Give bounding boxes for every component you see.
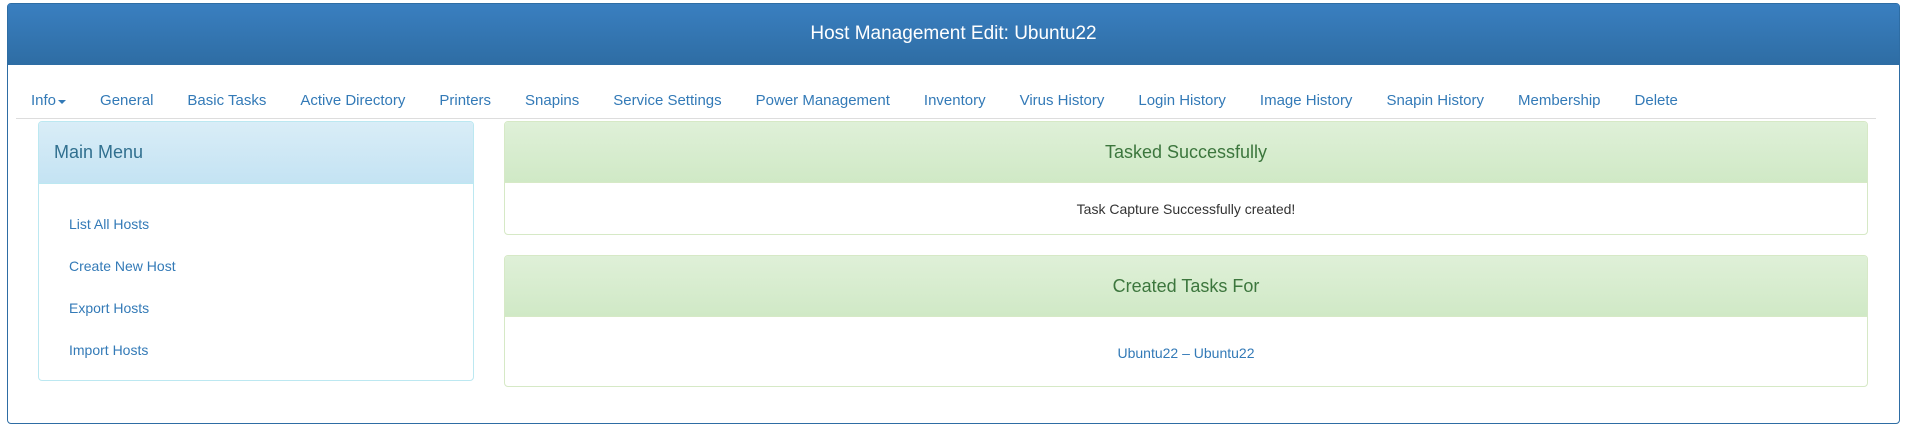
tab-general[interactable]: General — [83, 92, 170, 109]
tab-snapins[interactable]: Snapins — [508, 92, 596, 109]
tab-info[interactable]: Info — [16, 92, 83, 109]
tab-virus-history[interactable]: Virus History — [1003, 92, 1122, 109]
tab-power-management[interactable]: Power Management — [739, 92, 907, 109]
menu-item-import-hosts[interactable]: Import Hosts — [39, 329, 473, 371]
main-menu-list: List All Hosts Create New Host Export Ho… — [39, 184, 473, 371]
tasked-successfully-title: Tasked Successfully — [505, 122, 1867, 183]
tab-printers[interactable]: Printers — [422, 92, 508, 109]
menu-item-create-new-host[interactable]: Create New Host — [39, 245, 473, 287]
tasked-successfully-panel: Tasked Successfully Task Capture Success… — [504, 121, 1868, 235]
host-nav-tabs: Info General Basic Tasks Active Director… — [16, 83, 1876, 119]
task-created-message: Task Capture Successfully created! — [1076, 200, 1296, 217]
tab-snapin-history[interactable]: Snapin History — [1369, 92, 1501, 109]
host-link[interactable]: Ubuntu22 – Ubuntu22 — [1118, 345, 1255, 361]
tab-membership[interactable]: Membership — [1501, 92, 1618, 109]
caret-down-icon — [58, 99, 67, 104]
created-tasks-body: Ubuntu22 – Ubuntu22 — [505, 317, 1867, 386]
tab-image-history[interactable]: Image History — [1243, 92, 1370, 109]
main-menu-title: Main Menu — [39, 122, 473, 184]
tab-inventory[interactable]: Inventory — [907, 92, 1003, 109]
created-tasks-title: Created Tasks For — [505, 256, 1867, 317]
tab-delete[interactable]: Delete — [1618, 92, 1695, 109]
tab-info-label: Info — [31, 92, 57, 109]
created-tasks-panel: Created Tasks For Ubuntu22 – Ubuntu22 — [504, 255, 1868, 387]
menu-item-export-hosts[interactable]: Export Hosts — [39, 287, 473, 329]
tab-basic-tasks[interactable]: Basic Tasks — [170, 92, 283, 109]
menu-item-list-all-hosts[interactable]: List All Hosts — [39, 203, 473, 245]
tab-active-directory[interactable]: Active Directory — [283, 92, 422, 109]
main-menu-panel: Main Menu List All Hosts Create New Host… — [38, 121, 474, 381]
tab-login-history[interactable]: Login History — [1121, 92, 1243, 109]
tab-service-settings[interactable]: Service Settings — [596, 92, 738, 109]
page-title: Host Management Edit: Ubuntu22 — [8, 4, 1899, 65]
